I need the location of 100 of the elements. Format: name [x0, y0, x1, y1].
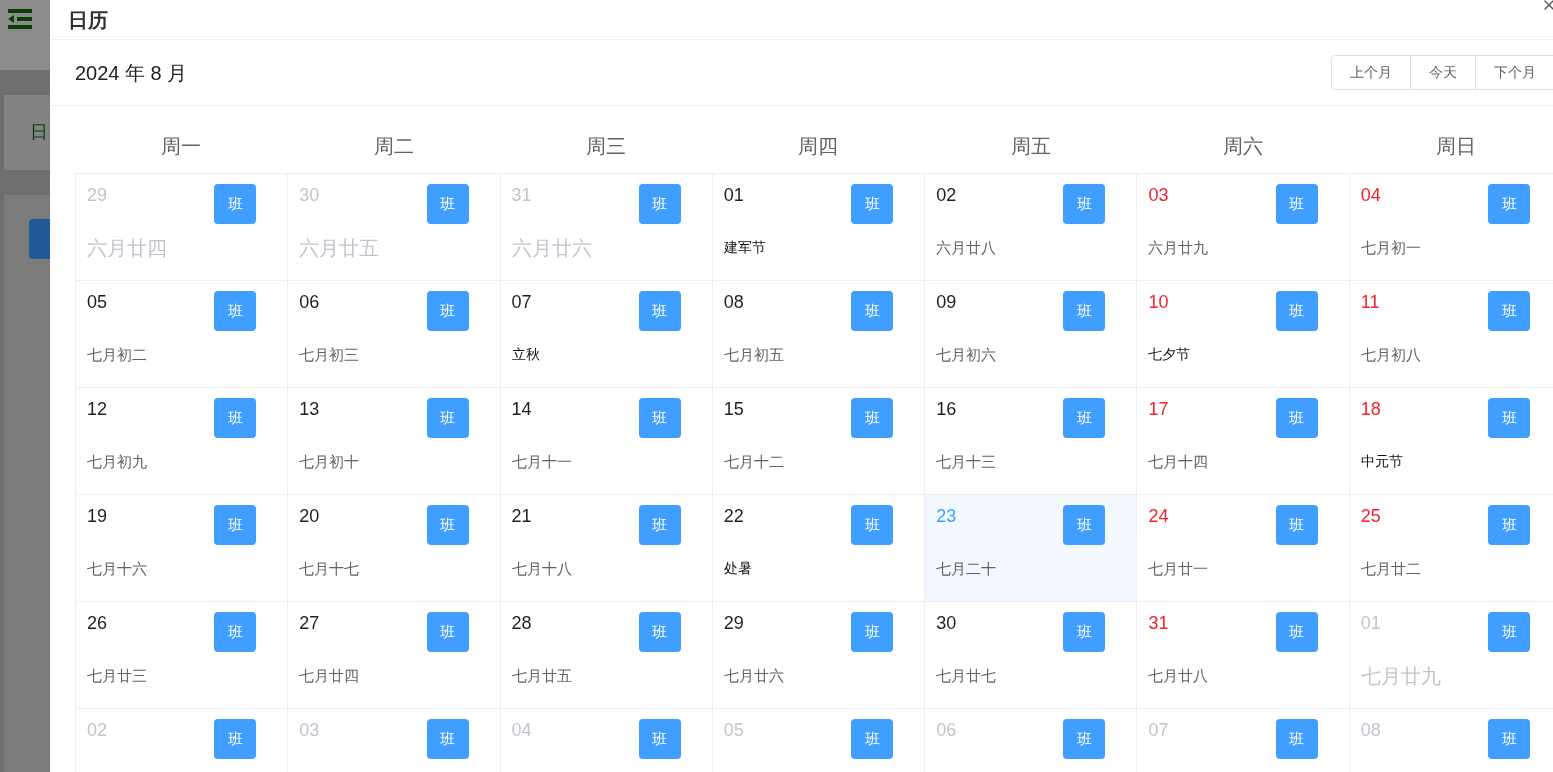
day-number: 23	[936, 505, 957, 527]
weekday-header: 周日	[1434, 133, 1477, 159]
day-cell[interactable]: 03 班 六月廿九	[1137, 174, 1350, 281]
lunar-date: 七月十六	[87, 561, 148, 576]
shift-button[interactable]: 班	[851, 398, 894, 438]
day-cell[interactable]: 30 班 七月廿七	[925, 602, 1138, 709]
day-cell[interactable]: 08 班 七月初五	[712, 281, 926, 388]
day-cell[interactable]: 26 班 七月廿三	[76, 602, 289, 709]
dialog-title: 日历	[68, 7, 108, 33]
shift-button[interactable]: 班	[1275, 719, 1318, 759]
shift-button[interactable]: 班	[1488, 719, 1530, 759]
shift-button[interactable]: 班	[638, 184, 681, 224]
day-cell[interactable]: 09 班 七月初六	[925, 281, 1138, 388]
shift-button[interactable]: 班	[1063, 505, 1106, 545]
shift-button[interactable]: 班	[1488, 291, 1530, 331]
lunar-date: 六月廿五	[299, 238, 381, 258]
day-cell[interactable]: 15 班 七月十二	[712, 388, 926, 495]
day-cell[interactable]: 14 班 七月十一	[500, 388, 713, 495]
day-cell[interactable]: 02 班 六月廿八	[925, 174, 1138, 281]
lunar-date: 七月十三	[936, 454, 998, 469]
shift-button[interactable]: 班	[214, 398, 257, 438]
shift-button[interactable]: 班	[638, 291, 681, 331]
day-cell[interactable]: 13 班 七月初十	[288, 388, 501, 495]
day-number: 27	[299, 612, 320, 634]
shift-button[interactable]: 班	[426, 719, 469, 759]
shift-button[interactable]: 班	[1063, 291, 1106, 331]
shift-button[interactable]: 班	[1275, 184, 1318, 224]
shift-button[interactable]: 班	[426, 612, 469, 652]
day-number: 20	[299, 505, 320, 527]
day-number: 10	[1148, 291, 1169, 313]
shift-button[interactable]: 班	[851, 505, 894, 545]
day-number: 06	[299, 291, 320, 313]
shift-button[interactable]: 班	[1488, 612, 1530, 652]
day-cell[interactable]: 28 班 七月廿五	[500, 602, 713, 709]
lunar-date: 七月初三	[299, 347, 361, 362]
day-cell[interactable]: 23 班 七月二十	[925, 495, 1138, 602]
day-cell[interactable]: 22 班 处暑	[712, 495, 926, 602]
lunar-date: 七月初二	[87, 347, 148, 362]
day-cell[interactable]: 21 班 七月十八	[500, 495, 713, 602]
day-number: 04	[1360, 184, 1381, 206]
day-cell[interactable]: 16 班 七月十三	[925, 388, 1138, 495]
shift-button[interactable]: 班	[214, 612, 257, 652]
day-cell[interactable]: 05 班 七月初二	[76, 281, 289, 388]
shift-button[interactable]: 班	[851, 612, 894, 652]
day-cell[interactable]: 07 班 立秋	[500, 281, 713, 388]
shift-button[interactable]: 班	[214, 184, 257, 224]
shift-button[interactable]: 班	[426, 291, 469, 331]
shift-button[interactable]: 班	[426, 505, 469, 545]
shift-button[interactable]: 班	[1488, 505, 1530, 545]
day-cell[interactable]: 17 班 七月十四	[1137, 388, 1350, 495]
shift-button[interactable]: 班	[1488, 184, 1530, 224]
festival-label: 建军节	[723, 240, 767, 254]
shift-button[interactable]: 班	[1063, 184, 1106, 224]
day-number: 30	[936, 612, 957, 634]
day-cell[interactable]: 01 班 建军节	[712, 174, 926, 281]
day-cell[interactable]: 24 班 七月廿一	[1137, 495, 1350, 602]
day-number: 07	[511, 291, 532, 313]
shift-button[interactable]: 班	[426, 398, 469, 438]
day-cell[interactable]: 29 班 七月廿六	[712, 602, 926, 709]
day-cell[interactable]: 19 班 七月十六	[76, 495, 289, 602]
lunar-date: 六月廿四	[87, 238, 168, 258]
day-cell[interactable]: 29 班 六月廿四	[76, 174, 289, 281]
lunar-date: 七月廿九	[1360, 666, 1442, 686]
month-nav-button[interactable]: 上个月	[1331, 55, 1411, 90]
day-cell[interactable]: 30 班 六月廿五	[288, 174, 501, 281]
day-cell[interactable]: 31 班 七月廿八	[1137, 602, 1350, 709]
shift-button[interactable]: 班	[214, 291, 257, 331]
lunar-date: 七月初十	[299, 454, 361, 469]
shift-button[interactable]: 班	[638, 719, 681, 759]
day-cell[interactable]: 27 班 七月廿四	[288, 602, 501, 709]
shift-button[interactable]: 班	[214, 719, 257, 759]
day-number: 03	[1148, 184, 1169, 206]
shift-button[interactable]: 班	[851, 719, 894, 759]
shift-button[interactable]: 班	[1063, 612, 1106, 652]
day-cell[interactable]: 20 班 七月十七	[288, 495, 501, 602]
menu-fold-icon[interactable]	[8, 8, 32, 30]
shift-button[interactable]: 班	[1063, 398, 1106, 438]
day-cell[interactable]: 06 班 七月初三	[288, 281, 501, 388]
day-cell[interactable]: 10 班 七夕节	[1137, 281, 1350, 388]
shift-button[interactable]: 班	[1488, 398, 1530, 438]
shift-button[interactable]: 班	[1275, 505, 1318, 545]
shift-button[interactable]: 班	[426, 184, 469, 224]
day-cell[interactable]: 31 班 六月廿六	[500, 174, 713, 281]
shift-button[interactable]: 班	[638, 612, 681, 652]
shift-button[interactable]: 班	[1275, 291, 1318, 331]
day-number: 21	[511, 505, 532, 527]
month-nav-button[interactable]: 下个月	[1475, 55, 1553, 90]
day-number: 29	[87, 184, 108, 206]
shift-button[interactable]: 班	[1275, 398, 1318, 438]
shift-button[interactable]: 班	[214, 505, 257, 545]
day-number: 24	[1148, 505, 1169, 527]
day-cell[interactable]: 12 班 七月初九	[76, 388, 289, 495]
day-number: 06	[936, 719, 957, 741]
shift-button[interactable]: 班	[851, 291, 894, 331]
shift-button[interactable]: 班	[638, 398, 681, 438]
shift-button[interactable]: 班	[1275, 612, 1318, 652]
shift-button[interactable]: 班	[851, 184, 894, 224]
shift-button[interactable]: 班	[1063, 719, 1106, 759]
shift-button[interactable]: 班	[638, 505, 681, 545]
month-nav-button[interactable]: 今天	[1410, 55, 1476, 90]
